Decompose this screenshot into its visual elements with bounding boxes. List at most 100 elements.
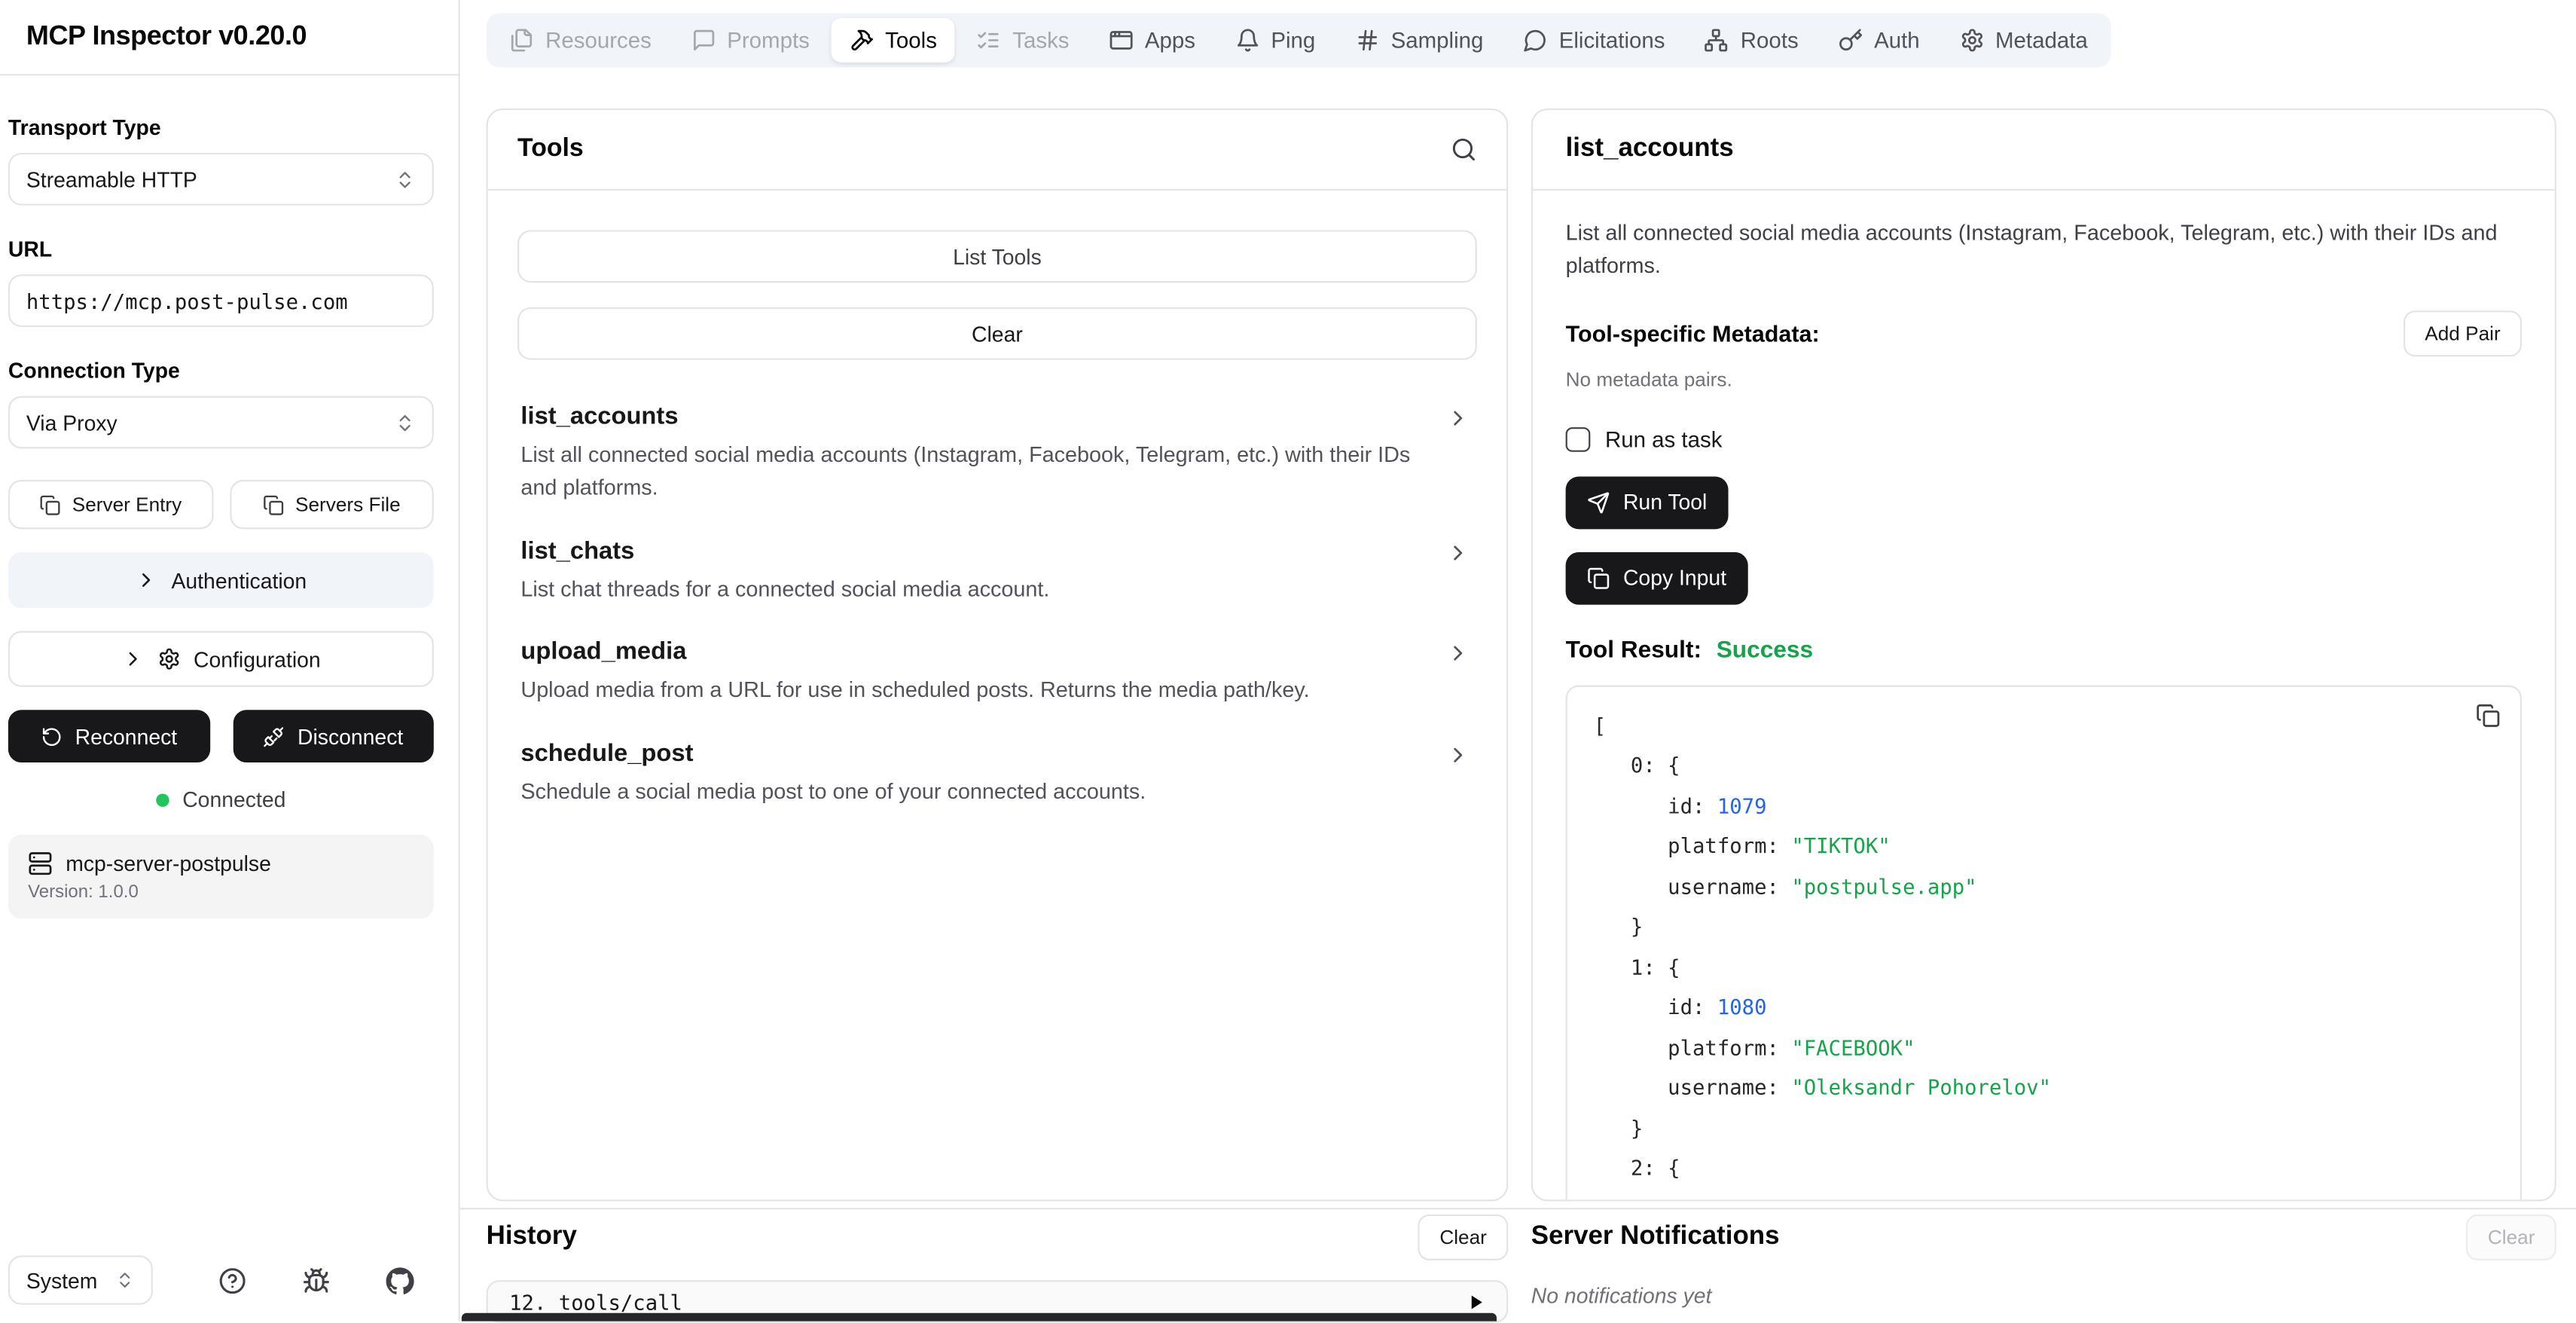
bell-icon xyxy=(1235,28,1259,53)
github-icon xyxy=(386,1266,414,1294)
play-icon xyxy=(1467,1292,1485,1310)
notifications-empty-text: No notifications yet xyxy=(1531,1283,2556,1308)
list-checks-icon xyxy=(976,28,1001,53)
search-button[interactable] xyxy=(1451,136,1477,163)
code-line: } xyxy=(1594,908,2494,948)
chevron-right-icon xyxy=(1445,743,1470,768)
disconnect-button[interactable]: Disconnect xyxy=(233,710,434,762)
tools-panel: Tools List Tools Clear list_accounts Lis… xyxy=(487,108,1509,1201)
connected-dot xyxy=(156,793,169,805)
tab-auth[interactable]: Auth xyxy=(1820,18,1938,63)
tab-elicitations[interactable]: Elicitations xyxy=(1505,18,1683,63)
circle-help-icon xyxy=(218,1266,246,1294)
transport-type-select[interactable]: Streamable HTTP xyxy=(8,153,434,206)
code-line: id: 1079 xyxy=(1594,787,2494,827)
github-button[interactable] xyxy=(386,1266,414,1294)
clear-history-button[interactable]: Clear xyxy=(1418,1215,1508,1260)
sidebar: MCP Inspector v0.20.0 Transport Type Str… xyxy=(0,0,460,1321)
settings-icon xyxy=(1959,28,1984,53)
code-line: 2: { xyxy=(1594,1149,2494,1189)
tab-resources[interactable]: Resources xyxy=(491,18,670,63)
list-tools-button[interactable]: List Tools xyxy=(517,230,1477,283)
tab-label: Auth xyxy=(1874,28,1920,53)
clear-tools-button[interactable]: Clear xyxy=(517,307,1477,360)
tab-label: Roots xyxy=(1741,28,1799,53)
connection-type-select[interactable]: Via Proxy xyxy=(8,396,434,449)
chevrons-up-down-icon xyxy=(115,1270,135,1290)
network-icon xyxy=(1705,28,1729,53)
notifications-panel: Server Notifications Clear No notificati… xyxy=(1531,1215,2556,1308)
tool-item-list_chats[interactable]: list_chats List chat threads for a conne… xyxy=(517,521,1477,622)
tool-item-list_accounts[interactable]: list_accounts List all connected social … xyxy=(517,387,1477,521)
servers-file-button[interactable]: Servers File xyxy=(229,480,434,529)
server-entry-button[interactable]: Server Entry xyxy=(8,480,213,529)
key-icon xyxy=(1838,28,1863,53)
configuration-section[interactable]: Configuration xyxy=(8,631,434,687)
run-tool-button[interactable]: Run Tool xyxy=(1566,476,1729,529)
code-line: id: 1080 xyxy=(1594,988,2494,1028)
copy-icon xyxy=(2476,703,2501,728)
no-metadata-text: No metadata pairs. xyxy=(1566,368,2522,391)
tab-prompts[interactable]: Prompts xyxy=(673,18,828,63)
hash-icon xyxy=(1355,28,1380,53)
url-input[interactable] xyxy=(8,274,434,327)
history-entry-label: 12. tools/call xyxy=(509,1289,682,1314)
reconnect-button[interactable]: Reconnect xyxy=(8,710,209,762)
tool-name: list_accounts xyxy=(520,402,1430,430)
tab-roots[interactable]: Roots xyxy=(1686,18,1817,63)
configuration-label: Configuration xyxy=(194,646,321,671)
sidebar-header: MCP Inspector v0.20.0 xyxy=(0,0,459,75)
history-expanded-preview xyxy=(462,1313,1497,1321)
debug-button[interactable] xyxy=(302,1266,330,1294)
tab-ping[interactable]: Ping xyxy=(1216,18,1333,63)
code-line: username: "Oleksandr Pohorelov" xyxy=(1594,1069,2494,1109)
tab-tools[interactable]: Tools xyxy=(831,18,955,63)
server-info-card: mcp-server-postpulse Version: 1.0.0 xyxy=(8,835,434,918)
history-title: History xyxy=(487,1223,577,1252)
copy-input-button[interactable]: Copy Input xyxy=(1566,552,1748,605)
system-select-value: System xyxy=(26,1268,98,1293)
connection-status: Connected xyxy=(8,787,434,812)
transport-type-value: Streamable HTTP xyxy=(26,167,197,191)
system-select[interactable]: System xyxy=(8,1255,153,1304)
copy-result-button[interactable] xyxy=(2476,703,2501,728)
copy-icon xyxy=(1587,567,1610,590)
tab-metadata[interactable]: Metadata xyxy=(1941,18,2106,63)
tool-result-row: Tool Result: Success xyxy=(1566,637,2522,664)
sidebar-body: Transport Type Streamable HTTP URL Conne… xyxy=(0,75,459,918)
result-json-block: [ 0: { id: 1079 platform: "TIKTOK" usern… xyxy=(1566,685,2522,1201)
authentication-section[interactable]: Authentication xyxy=(8,552,434,608)
files-icon xyxy=(509,28,534,53)
tab-label: Tools xyxy=(885,28,937,53)
code-line: 0: { xyxy=(1594,747,2494,787)
tab-tasks[interactable]: Tasks xyxy=(958,18,1087,63)
connection-type-value: Via Proxy xyxy=(26,410,118,435)
run-tool-label: Run Tool xyxy=(1623,490,1707,515)
tab-apps[interactable]: Apps xyxy=(1091,18,1213,63)
chevrons-up-down-icon xyxy=(394,411,415,432)
tab-sampling[interactable]: Sampling xyxy=(1337,18,1502,63)
add-pair-button[interactable]: Add Pair xyxy=(2404,310,2522,356)
result-json: [ 0: { id: 1079 platform: "TIKTOK" usern… xyxy=(1594,707,2494,1190)
bottom-divider xyxy=(460,1208,2576,1209)
servers-file-label: Servers File xyxy=(295,493,401,516)
tab-bar: Resources Prompts Tools Tasks Apps Ping … xyxy=(487,13,2111,67)
tool-item-schedule_post[interactable]: schedule_post Schedule a social media po… xyxy=(517,723,1477,825)
help-button[interactable] xyxy=(218,1266,246,1294)
send-icon xyxy=(1587,491,1610,515)
copy-input-label: Copy Input xyxy=(1623,566,1726,591)
tool-list: list_accounts List all connected social … xyxy=(517,387,1477,825)
run-as-task-checkbox[interactable] xyxy=(1566,427,1591,452)
message-circle-icon xyxy=(1523,28,1548,53)
clear-notifications-button[interactable]: Clear xyxy=(2467,1215,2556,1260)
metadata-label: Tool-specific Metadata: xyxy=(1566,320,1820,347)
code-line: platform: "FACEBOOK" xyxy=(1594,1028,2494,1068)
code-line: 1: { xyxy=(1594,948,2494,988)
chevron-right-icon xyxy=(121,647,145,671)
unplug-icon xyxy=(263,726,284,747)
tool-detail-panel: list_accounts List all connected social … xyxy=(1531,108,2556,1201)
tool-item-upload_media[interactable]: upload_media Upload media from a URL for… xyxy=(517,622,1477,723)
run-as-task-label: Run as task xyxy=(1605,427,1723,452)
tool-description: List chat threads for a connected social… xyxy=(520,573,1430,605)
tool-result-status: Success xyxy=(1717,637,1813,664)
